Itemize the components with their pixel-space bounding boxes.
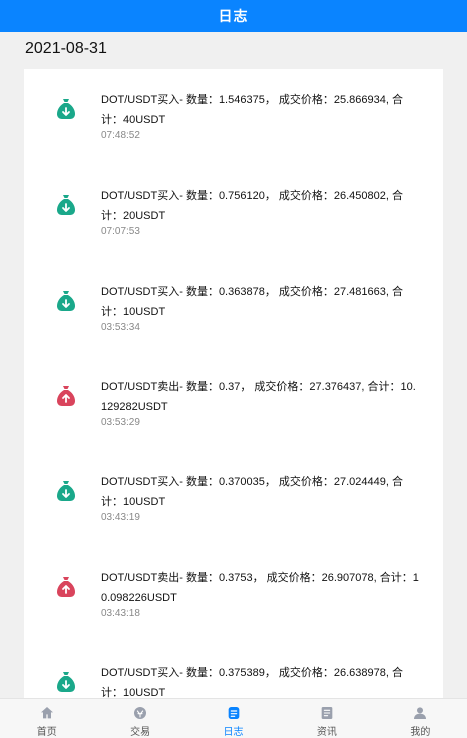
money-bag-down-icon [57,481,75,501]
log-entry[interactable]: DOT/USDT买入- 数量：1.546375， 成交价格：25.866934,… [24,69,443,149]
log-entry-text: DOT/USDT买入- 数量：0.370035， 成交价格：27.024449,… [101,476,403,508]
money-bag-up-icon [57,386,75,406]
money-bag-up-icon [57,577,75,597]
log-list: DOT/USDT买入- 数量：1.546375， 成交价格：25.866934,… [24,69,443,709]
page-title: 日志 [218,8,249,24]
log-entry-text: DOT/USDT买入- 数量：0.375389， 成交价格：26.638978,… [101,667,403,699]
log-entry-text: DOT/USDT卖出- 数量：0.37， 成交价格：27.376437, 合计：… [101,381,416,413]
header-bar: 日志 [0,0,467,32]
log-entry-text: DOT/USDT卖出- 数量：0.3753， 成交价格：26.907078, 合… [101,572,419,604]
log-entry[interactable]: DOT/USDT买入- 数量：0.756120， 成交价格：26.450802,… [24,165,443,245]
log-entry-time: 03:43:18 [101,608,140,619]
log-entry-time: 07:48:52 [101,130,140,141]
log-entry[interactable]: DOT/USDT卖出- 数量：0.37， 成交价格：27.376437, 合计：… [24,356,443,436]
tab-trade[interactable]: 交易 [93,699,186,738]
log-entry-text: DOT/USDT买入- 数量：0.363878， 成交价格：27.481663,… [101,286,403,318]
log-entry[interactable]: DOT/USDT买入- 数量：0.370035， 成交价格：27.024449,… [24,451,443,531]
tab-label: 首页 [36,727,57,738]
log-entry-text: DOT/USDT买入- 数量：1.546375， 成交价格：25.866934,… [101,94,403,126]
money-bag-down-icon [57,99,75,119]
tab-label: 日志 [223,727,244,738]
tab-log[interactable]: 日志 [187,699,280,738]
money-bag-down-icon [57,291,75,311]
tab-home[interactable]: 首页 [0,699,93,738]
tab-label: 资讯 [316,727,337,738]
home-icon [40,707,53,719]
money-bag-down-icon [57,195,75,215]
log-entry-time: 03:53:29 [101,417,140,428]
log-entry-time: 03:43:19 [101,512,140,523]
bottom-tab-bar: 首页 交易 日志 资讯 我的 [0,698,467,738]
profile-icon [414,707,427,719]
log-entry-text: DOT/USDT买入- 数量：0.756120， 成交价格：26.450802,… [101,190,403,222]
date-heading: 2021-08-31 [25,40,107,57]
news-icon [321,707,333,719]
tab-news[interactable]: 资讯 [280,699,373,738]
tab-label: 我的 [410,727,431,738]
log-entry-time: 03:53:34 [101,322,140,333]
money-bag-down-icon [57,672,75,692]
tab-label: 交易 [130,727,151,738]
tab-profile[interactable]: 我的 [374,699,467,738]
log-entry[interactable]: DOT/USDT卖出- 数量：0.3753， 成交价格：26.907078, 合… [24,547,443,627]
log-icon [228,707,239,719]
log-entry-time: 07:07:53 [101,226,140,237]
log-entry[interactable]: DOT/USDT买入- 数量：0.363878， 成交价格：27.481663,… [24,261,443,341]
exchange-icon [134,707,147,719]
